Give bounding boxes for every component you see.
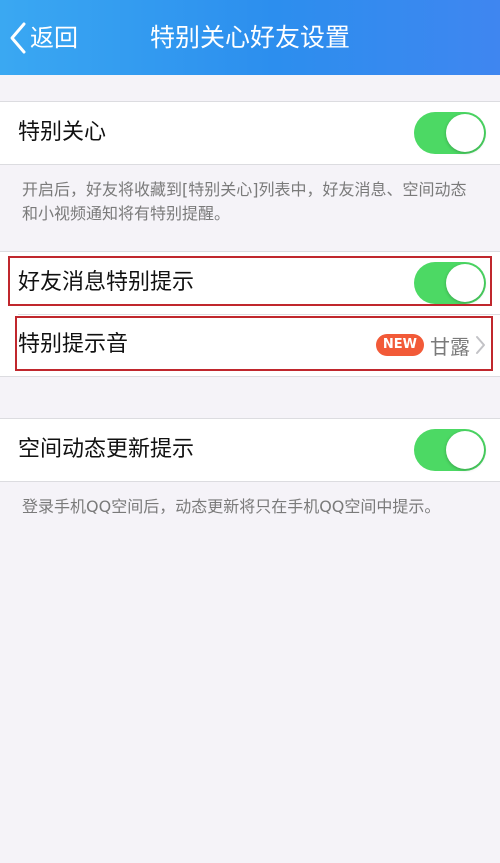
chevron-right-icon [476, 336, 485, 354]
alert-sound-value: 甘露 [430, 334, 470, 359]
zone-updates-label: 空间动态更新提示 [18, 437, 195, 462]
navigation-bar: 返回 特别关心好友设置 [0, 0, 500, 75]
message-alert-row: 好友消息特别提示 [0, 252, 500, 314]
alert-sound-label: 特别提示音 [18, 332, 129, 357]
message-alert-label: 好友消息特别提示 [18, 270, 195, 295]
zone-updates-row: 空间动态更新提示 [0, 419, 500, 481]
message-alert-section: 好友消息特别提示 特别提示音 NEW 甘露 [0, 251, 500, 377]
toggle-knob [446, 114, 484, 152]
special-care-label: 特别关心 [18, 120, 107, 145]
alert-sound-value-group: NEW 甘露 [375, 314, 486, 376]
toggle-knob [446, 431, 484, 469]
zone-updates-section: 空间动态更新提示 [0, 418, 500, 482]
special-care-hint: 开启后，好友将收藏到[特别关心]列表中，好友消息、空间动态和小视频通知将有特别提… [22, 180, 467, 223]
special-care-toggle[interactable] [414, 112, 486, 154]
new-badge: NEW [375, 334, 424, 356]
alert-sound-row[interactable]: 特别提示音 NEW 甘露 [0, 314, 500, 376]
page-title: 特别关心好友设置 [149, 23, 350, 52]
zone-updates-hint: 登录手机QQ空间后，动态更新将只在手机QQ空间中提示。 [22, 497, 441, 516]
toggle-knob [446, 264, 484, 302]
special-care-section: 特别关心 [0, 101, 500, 165]
message-alert-toggle[interactable] [414, 262, 486, 304]
zone-updates-toggle[interactable] [414, 429, 486, 471]
special-care-row: 特别关心 [0, 102, 500, 164]
